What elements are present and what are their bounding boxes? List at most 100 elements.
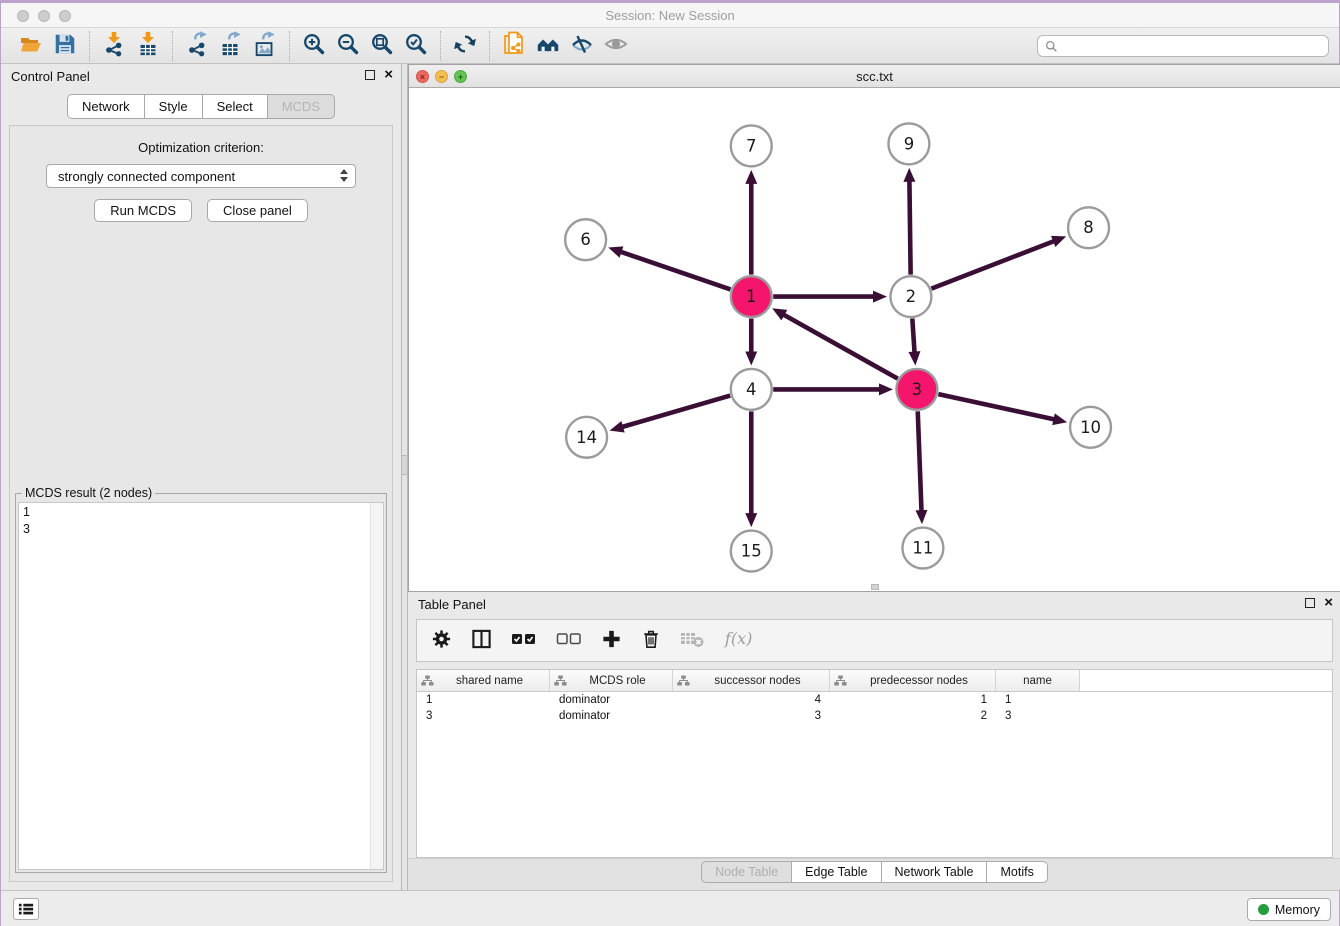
optimization-criterion-select[interactable]: strongly connected component bbox=[46, 164, 356, 188]
graph-edge-2-9[interactable] bbox=[903, 168, 915, 275]
graph-edge-3-11[interactable] bbox=[915, 411, 927, 524]
toolbar-group bbox=[489, 31, 640, 61]
control-panel-tabs: NetworkStyleSelectMCDS bbox=[1, 94, 401, 119]
network-graph[interactable]: 7 9 6 8 1 2 4 3 14 10 15 11 bbox=[409, 88, 1340, 591]
open-file-button[interactable] bbox=[14, 31, 48, 61]
graph-edge-3-10[interactable] bbox=[938, 394, 1067, 425]
refresh-layout-button[interactable] bbox=[448, 31, 482, 61]
column-header-shared-name[interactable]: shared name bbox=[417, 670, 550, 691]
table-cell[interactable]: 4 bbox=[673, 692, 830, 708]
close-panel-button[interactable]: Close panel bbox=[207, 199, 308, 222]
table-cell[interactable]: 3 bbox=[673, 708, 830, 724]
graph-node-2[interactable]: 2 bbox=[890, 276, 931, 317]
select-all-button[interactable] bbox=[511, 628, 537, 653]
graph-node-14[interactable]: 14 bbox=[566, 417, 607, 458]
network-overview-button[interactable] bbox=[531, 31, 565, 61]
memory-button[interactable]: Memory bbox=[1247, 898, 1331, 921]
graph-node-10[interactable]: 10 bbox=[1070, 407, 1111, 448]
table-cell[interactable]: 2 bbox=[830, 708, 996, 724]
window-title: Session: New Session bbox=[1, 8, 1339, 23]
settings-gear-button[interactable] bbox=[431, 628, 452, 653]
column-header-name[interactable]: name bbox=[996, 670, 1080, 691]
graph-node-7[interactable]: 7 bbox=[731, 125, 772, 166]
graph-node-1[interactable]: 1 bbox=[731, 276, 772, 317]
table-tab-motifs[interactable]: Motifs bbox=[987, 861, 1047, 883]
hide-panels-button[interactable] bbox=[565, 31, 599, 61]
table-body: 1dominator4113dominator323 bbox=[417, 692, 1332, 724]
deselect-all-icon bbox=[556, 628, 582, 653]
mcds-result-area[interactable]: 1 3 bbox=[18, 502, 384, 870]
search-input[interactable] bbox=[1058, 37, 1328, 55]
export-network-button[interactable] bbox=[180, 31, 214, 61]
graph-edge-2-3[interactable] bbox=[908, 318, 920, 365]
duplicate-network-button[interactable] bbox=[497, 31, 531, 61]
graph-node-4[interactable]: 4 bbox=[731, 369, 772, 410]
close-panel-icon[interactable]: × bbox=[384, 69, 393, 81]
graph-edge-1-6[interactable] bbox=[608, 246, 730, 289]
tab-network[interactable]: Network bbox=[67, 94, 145, 119]
duplicate-network-icon bbox=[502, 31, 526, 60]
graph-edge-1-4[interactable] bbox=[745, 319, 757, 366]
table-cell[interactable]: 1 bbox=[417, 692, 550, 708]
network-window-title: scc.txt bbox=[409, 69, 1340, 84]
table-tabs: Node TableEdge TableNetwork TableMotifs bbox=[408, 861, 1340, 883]
task-history-button[interactable] bbox=[13, 898, 39, 920]
import-network-button[interactable] bbox=[97, 31, 131, 61]
tab-style[interactable]: Style bbox=[145, 94, 203, 119]
zoom-selected-button[interactable] bbox=[399, 31, 433, 61]
table-cell[interactable]: dominator bbox=[550, 708, 673, 724]
hide-panels-icon bbox=[570, 31, 594, 60]
add-column-button[interactable] bbox=[601, 628, 622, 653]
graph-node-6[interactable]: 6 bbox=[565, 219, 606, 260]
run-mcds-button[interactable]: Run MCDS bbox=[94, 199, 192, 222]
graph-edge-4-15[interactable] bbox=[745, 411, 757, 527]
graph-node-9[interactable]: 9 bbox=[888, 123, 929, 164]
splitter-handle[interactable] bbox=[402, 455, 407, 475]
export-image-button[interactable] bbox=[248, 31, 282, 61]
float-table-panel-icon[interactable] bbox=[1305, 598, 1315, 608]
table-cell[interactable]: 3 bbox=[417, 708, 550, 724]
import-table-button[interactable] bbox=[131, 31, 165, 61]
table-tab-network-table[interactable]: Network Table bbox=[882, 861, 988, 883]
column-header-predecessor-nodes[interactable]: predecessor nodes bbox=[830, 670, 996, 691]
graph-edge-2-8[interactable] bbox=[931, 236, 1066, 289]
horizontal-splitter-handle[interactable] bbox=[871, 584, 879, 590]
table-tab-node-table[interactable]: Node Table bbox=[701, 861, 792, 883]
zoom-in-button[interactable] bbox=[297, 31, 331, 61]
split-columns-button[interactable] bbox=[471, 628, 492, 653]
graph-edge-1-7[interactable] bbox=[745, 170, 757, 275]
graph-edge-1-2[interactable] bbox=[773, 291, 887, 303]
zoom-out-button[interactable] bbox=[331, 31, 365, 61]
graph-edge-3-1[interactable] bbox=[772, 308, 898, 378]
table-cell[interactable]: 1 bbox=[996, 692, 1080, 708]
eye-disabled-icon bbox=[604, 31, 628, 60]
table-cell[interactable]: dominator bbox=[550, 692, 673, 708]
network-canvas[interactable]: 7 9 6 8 1 2 4 3 14 10 15 11 bbox=[409, 88, 1340, 591]
table-cell[interactable]: 3 bbox=[996, 708, 1080, 724]
delete-table-icon bbox=[680, 628, 704, 653]
table-tab-edge-table[interactable]: Edge Table bbox=[792, 861, 881, 883]
float-panel-icon[interactable] bbox=[365, 70, 375, 80]
column-header-successor-nodes[interactable]: successor nodes bbox=[673, 670, 830, 691]
column-header-MCDS-role[interactable]: MCDS role bbox=[550, 670, 673, 691]
close-table-panel-icon[interactable]: × bbox=[1324, 597, 1333, 609]
graph-node-11[interactable]: 11 bbox=[902, 528, 943, 569]
graph-edge-4-3[interactable] bbox=[773, 383, 893, 395]
vertical-splitter[interactable] bbox=[401, 64, 408, 890]
zoom-fit-button[interactable] bbox=[365, 31, 399, 61]
tab-mcds[interactable]: MCDS bbox=[268, 94, 335, 119]
graph-node-8[interactable]: 8 bbox=[1068, 207, 1109, 248]
table-cell[interactable]: 1 bbox=[830, 692, 996, 708]
delete-column-button[interactable] bbox=[641, 628, 661, 653]
search-field[interactable] bbox=[1037, 35, 1329, 57]
save-session-button[interactable] bbox=[48, 31, 82, 61]
result-scrollbar[interactable] bbox=[370, 503, 383, 869]
graph-edge-4-14[interactable] bbox=[610, 396, 731, 433]
graph-node-3[interactable]: 3 bbox=[896, 369, 937, 410]
deselect-all-button[interactable] bbox=[556, 628, 582, 653]
graph-node-15[interactable]: 15 bbox=[731, 531, 772, 572]
svg-text:14: 14 bbox=[576, 428, 597, 447]
tab-select[interactable]: Select bbox=[203, 94, 268, 119]
mcds-result-group: MCDS result (2 nodes) 1 3 bbox=[15, 486, 387, 873]
export-table-button[interactable] bbox=[214, 31, 248, 61]
